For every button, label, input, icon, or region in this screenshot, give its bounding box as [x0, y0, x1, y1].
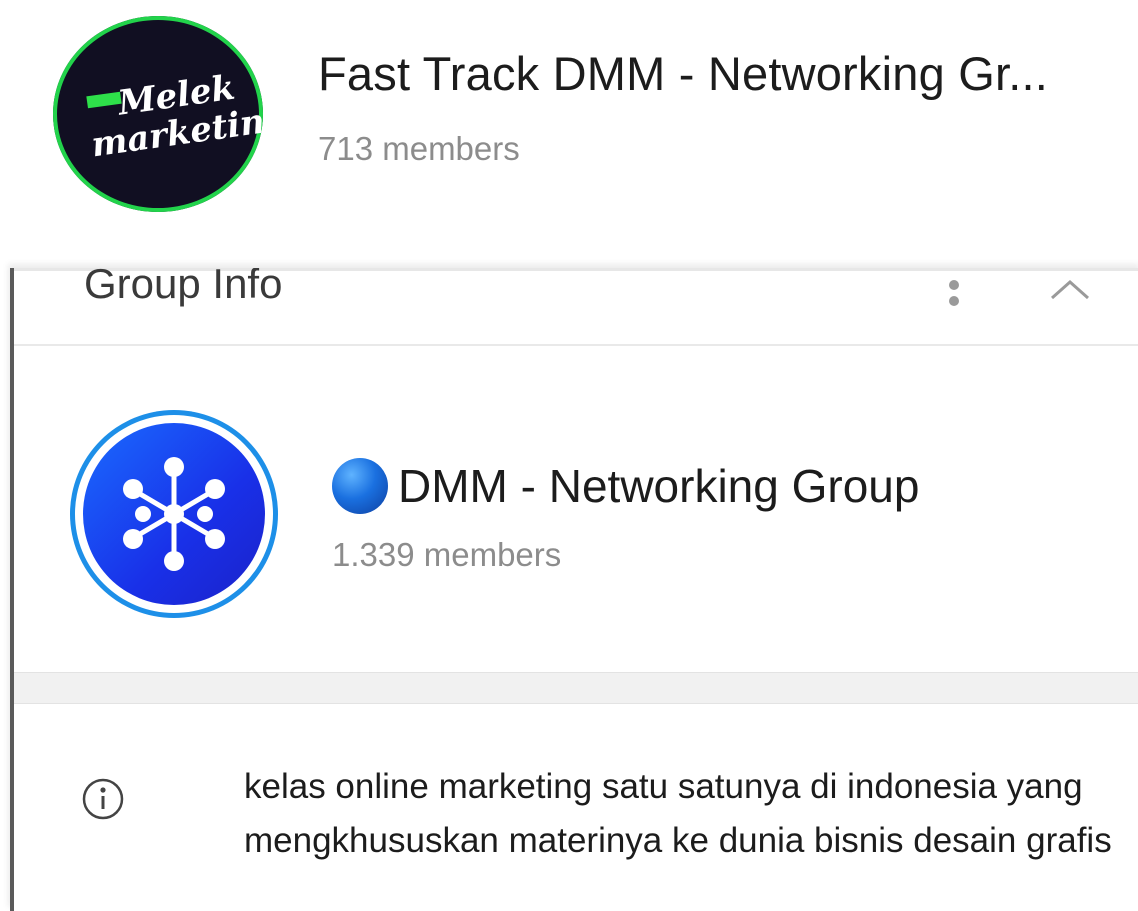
telegram-window: Melek marketing Fast Track DMM - Network…: [0, 0, 1138, 911]
chat-header[interactable]: Melek marketing Fast Track DMM - Network…: [0, 0, 1138, 262]
section-separator: [14, 672, 1138, 704]
chat-title: Fast Track DMM - Networking Gr...: [318, 47, 1048, 100]
network-logo-icon: [83, 423, 265, 605]
chat-member-count: 713 members: [318, 130, 520, 167]
info-icon: [80, 776, 126, 822]
group-member-count[interactable]: 1.339 members: [332, 536, 561, 574]
panel-title: Group Info: [84, 268, 283, 307]
chat-avatar[interactable]: Melek marketing: [53, 16, 263, 212]
panel-header: Group Info: [14, 268, 1138, 344]
blue-circle-icon: [332, 458, 388, 514]
group-info-panel: Group Info DMM - Networking Group 1.339 …: [10, 268, 1138, 911]
more-vertical-icon[interactable]: [934, 268, 974, 318]
group-name-row: DMM - Networking Group: [332, 458, 919, 514]
group-description: kelas online marketing satu satunya di i…: [244, 767, 1112, 860]
group-avatar[interactable]: [70, 410, 278, 618]
header-divider: [14, 344, 1138, 346]
chevron-up-icon[interactable]: [1044, 272, 1096, 312]
group-name: DMM - Networking Group: [398, 460, 920, 512]
